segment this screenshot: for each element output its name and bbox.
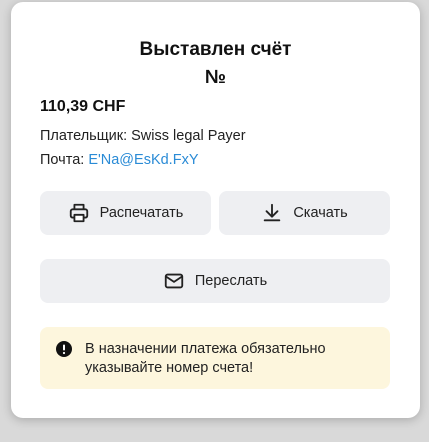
invoice-title: Выставлен счёт № — [11, 36, 420, 92]
print-button[interactable]: Распечатать — [40, 191, 211, 235]
email-row: Почта: E'Na@EsKd.FxY — [40, 152, 199, 168]
payment-notice: В назначении платежа обязательно указыва… — [40, 327, 390, 389]
payment-notice-text: В назначении платежа обязательно указыва… — [85, 341, 326, 376]
email-link[interactable]: E'Na@EsKd.FxY — [88, 152, 198, 168]
invoice-number: № — [204, 67, 227, 88]
invoice-amount: 110,39 CHF — [40, 98, 126, 115]
payer-name: Swiss legal Payer — [131, 128, 246, 144]
download-button[interactable]: Скачать — [219, 191, 390, 235]
mail-icon — [163, 270, 185, 292]
forward-button[interactable]: Переслать — [40, 259, 390, 303]
printer-icon — [68, 202, 90, 224]
download-button-label: Скачать — [293, 205, 348, 221]
print-button-label: Распечатать — [99, 205, 184, 221]
download-icon — [261, 202, 283, 224]
email-label: Почта: — [40, 152, 85, 168]
payer-row: Плательщик: Swiss legal Payer — [40, 128, 246, 144]
forward-button-label: Переслать — [194, 273, 268, 289]
payer-label: Плательщик: — [40, 128, 128, 144]
exclamation-circle-icon — [56, 341, 72, 357]
invoice-card: Выставлен счёт № 110,39 CHF Плательщик: … — [11, 2, 420, 418]
invoice-title-line1: Выставлен счёт — [139, 39, 292, 60]
